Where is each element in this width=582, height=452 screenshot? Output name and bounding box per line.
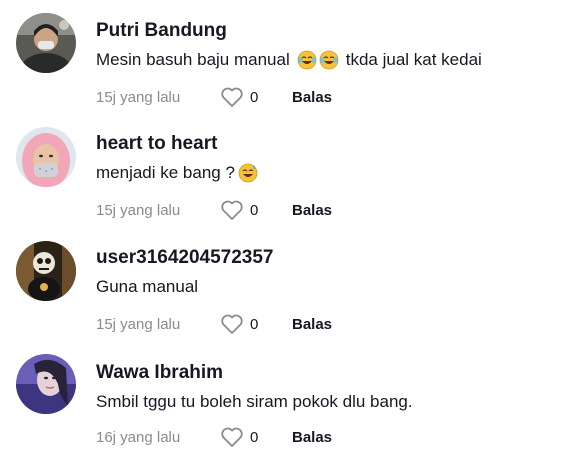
avatar[interactable] bbox=[16, 127, 76, 187]
comment-meta: 15j yang lalu 0 Balas bbox=[96, 86, 332, 108]
comment-meta: 15j yang lalu 0 Balas bbox=[96, 199, 332, 221]
comment-username[interactable]: user3164204572357 bbox=[96, 247, 274, 269]
comment-username[interactable]: Wawa Ibrahim bbox=[96, 362, 223, 384]
avatar[interactable] bbox=[16, 13, 76, 73]
like-button[interactable]: 0 bbox=[220, 313, 292, 335]
comment-text: menjadi ke bang ? bbox=[96, 163, 259, 183]
reply-button[interactable]: Balas bbox=[292, 202, 332, 219]
comment-text-before: Smbil tggu tu boleh siram pokok dlu bang… bbox=[96, 392, 413, 411]
grinning-sweat-emoji bbox=[238, 163, 258, 183]
heart-icon bbox=[221, 427, 243, 447]
like-count: 0 bbox=[250, 88, 259, 106]
comment-timestamp: 16j yang lalu bbox=[96, 428, 181, 446]
reply-button[interactable]: Balas bbox=[292, 316, 332, 333]
heart-icon bbox=[221, 87, 243, 107]
avatar[interactable] bbox=[16, 241, 76, 301]
avatar[interactable] bbox=[16, 354, 76, 414]
comment-timestamp: 15j yang lalu bbox=[96, 315, 181, 333]
like-count: 0 bbox=[250, 428, 259, 446]
comment-item: user3164204572357 Guna manual 15j yang l… bbox=[0, 227, 582, 339]
comment-text: Mesin basuh baju manual tkda jual kat ke… bbox=[96, 50, 482, 70]
comment-text: Guna manual bbox=[96, 277, 198, 297]
comment-timestamp: 15j yang lalu bbox=[96, 201, 181, 219]
laughing-tears-emoji bbox=[319, 50, 339, 70]
like-count: 0 bbox=[250, 201, 259, 219]
comment-username[interactable]: Putri Bandung bbox=[96, 20, 227, 42]
comment-text-before: Mesin basuh baju manual bbox=[96, 50, 290, 69]
comment-item: Putri Bandung Mesin basuh baju manual tk… bbox=[0, 0, 582, 112]
reply-button[interactable]: Balas bbox=[292, 429, 332, 446]
reply-button[interactable]: Balas bbox=[292, 89, 332, 106]
comment-meta: 15j yang lalu 0 Balas bbox=[96, 313, 332, 335]
comment-meta: 16j yang lalu 0 Balas bbox=[96, 426, 332, 448]
like-button[interactable]: 0 bbox=[220, 86, 292, 108]
like-count: 0 bbox=[250, 315, 259, 333]
heart-icon bbox=[221, 200, 243, 220]
comment-timestamp: 15j yang lalu bbox=[96, 88, 181, 106]
comment-text-before: menjadi ke bang ? bbox=[96, 163, 235, 182]
like-button[interactable]: 0 bbox=[220, 426, 292, 448]
comment-text-after: tkda jual kat kedai bbox=[345, 50, 482, 69]
comment-item: Wawa Ibrahim Smbil tggu tu boleh siram p… bbox=[0, 340, 582, 452]
comment-text-before: Guna manual bbox=[96, 277, 199, 296]
like-button[interactable]: 0 bbox=[220, 199, 292, 221]
heart-icon bbox=[221, 314, 243, 334]
comment-item: heart to heart menjadi ke bang ? 15j yan… bbox=[0, 113, 582, 225]
comment-text: Smbil tggu tu boleh siram pokok dlu bang… bbox=[96, 392, 413, 412]
laughing-tears-emoji bbox=[297, 50, 317, 70]
comment-username[interactable]: heart to heart bbox=[96, 133, 217, 155]
